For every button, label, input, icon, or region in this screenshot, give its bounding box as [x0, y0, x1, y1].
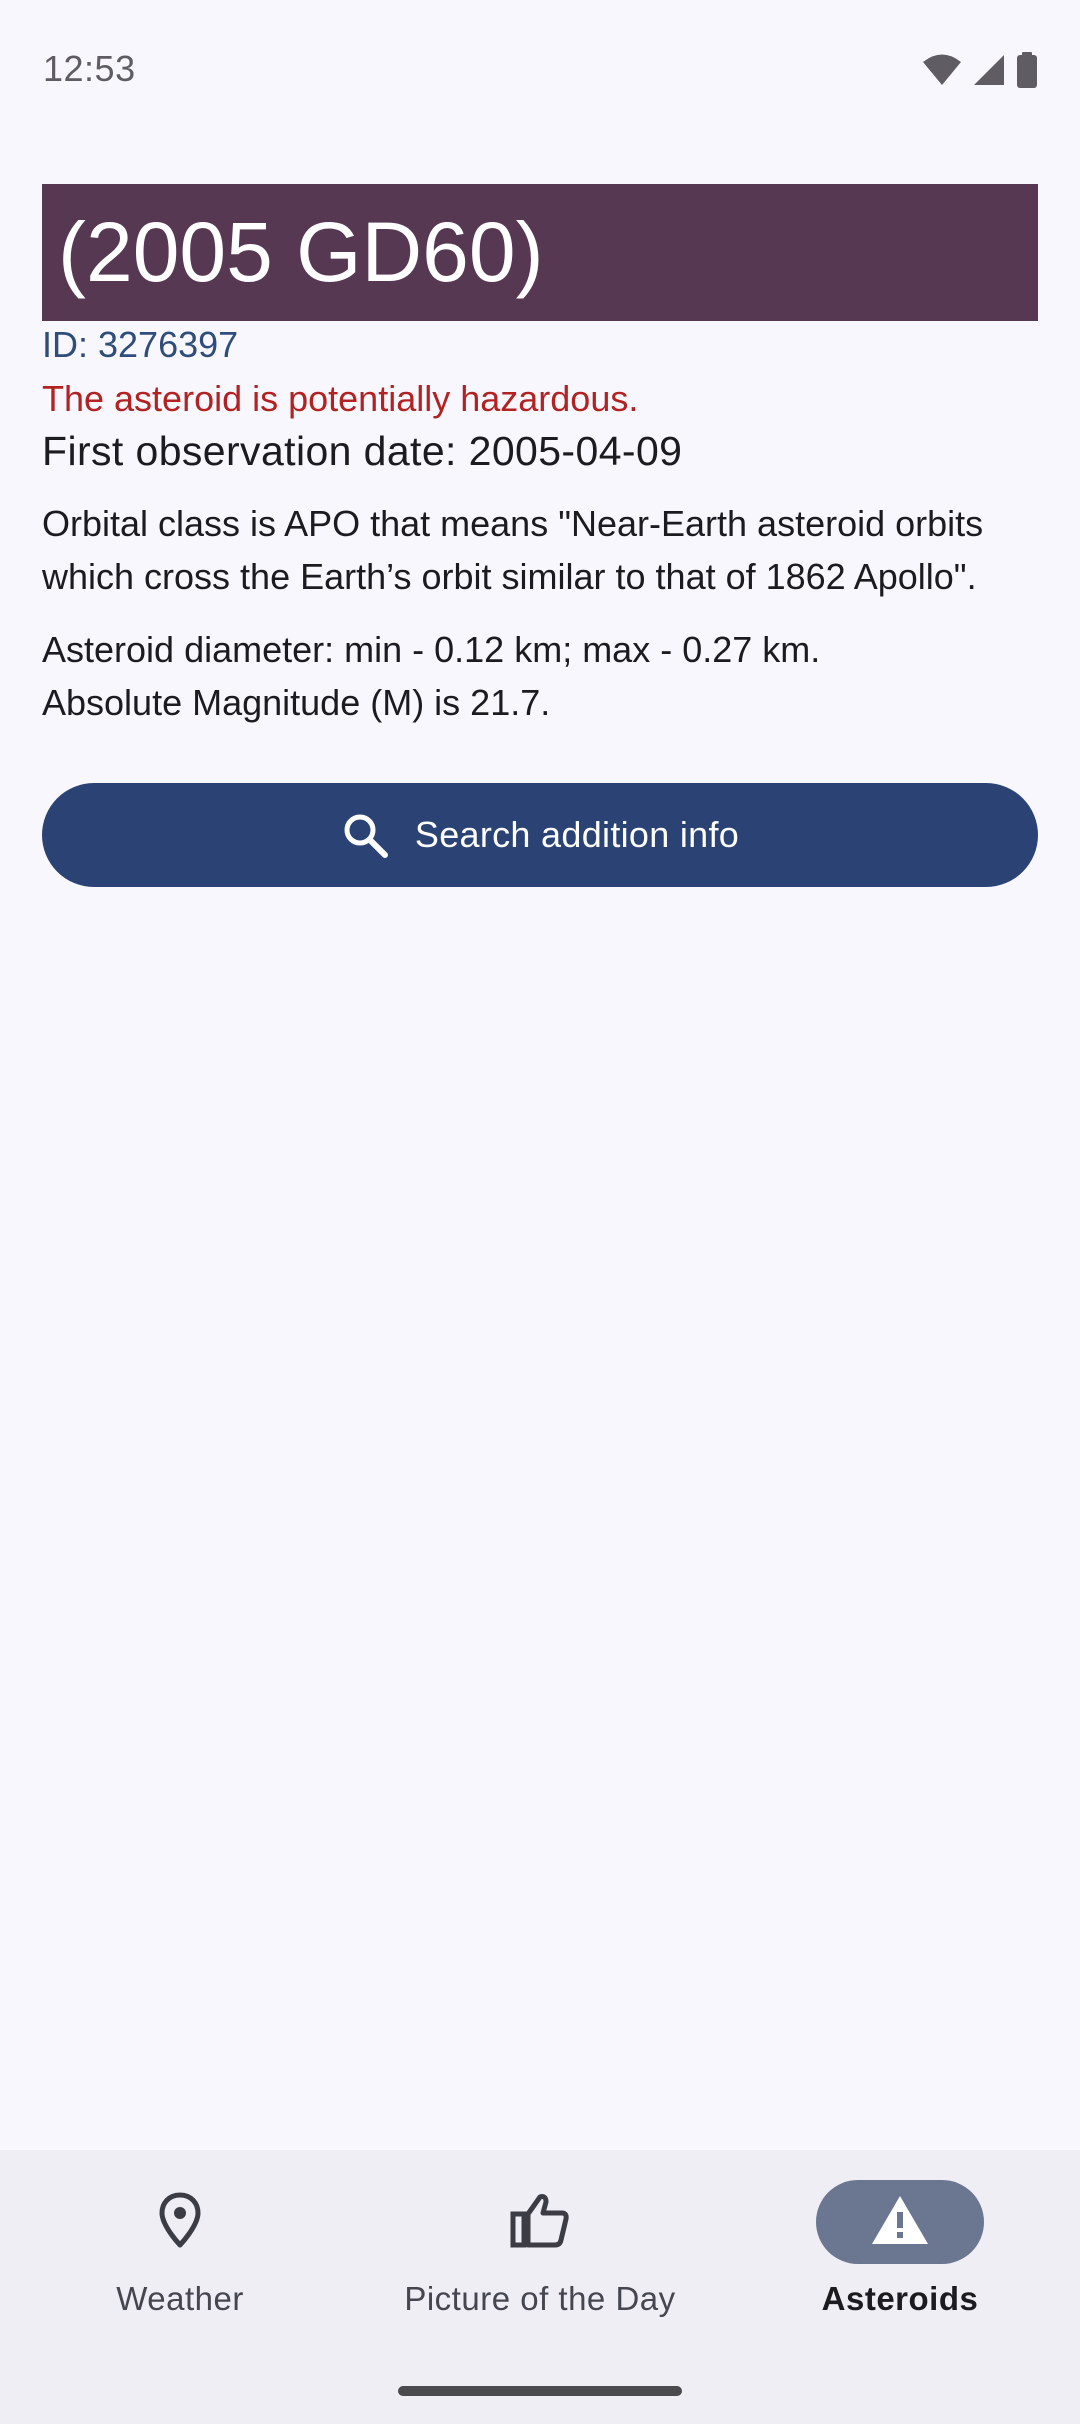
nav-item-picture-of-the-day[interactable]: Picture of the Day	[360, 2180, 720, 2330]
nav-icon-container	[96, 2180, 264, 2264]
battery-icon	[1016, 52, 1038, 88]
bottom-navigation: Weather Picture of the Day Asteroids	[0, 2150, 1080, 2424]
wifi-icon	[922, 53, 962, 87]
warning-icon	[870, 2194, 930, 2251]
search-button-label: Search addition info	[414, 814, 740, 855]
first-observation-date: First observation date: 2005-04-09	[42, 428, 683, 474]
asteroid-title: (2005 GD60)	[42, 184, 1038, 321]
asteroid-name: (2005 GD60)	[58, 205, 544, 299]
signal-icon	[972, 53, 1006, 87]
location-pin-icon	[158, 2192, 202, 2253]
nav-icon-container	[456, 2180, 624, 2264]
asteroid-diameter: Asteroid diameter: min - 0.12 km; max - …	[42, 629, 821, 670]
asteroid-id: ID: 3276397	[42, 324, 239, 365]
nav-label-picture-of-the-day: Picture of the Day	[404, 2280, 676, 2317]
search-addition-info-button[interactable]: Search addition info	[42, 783, 1038, 887]
nav-label-asteroids: Asteroids	[821, 2280, 979, 2317]
nav-item-weather[interactable]: Weather	[0, 2180, 360, 2330]
search-icon	[341, 811, 389, 859]
nav-label-weather: Weather	[116, 2280, 244, 2317]
nav-item-asteroids[interactable]: Asteroids	[720, 2180, 1080, 2330]
nav-active-indicator	[816, 2180, 984, 2264]
orbital-class-description: Orbital class is APO that means "Near-Ea…	[42, 503, 984, 597]
status-bar: 12:53	[0, 0, 1080, 140]
gesture-navigation-bar[interactable]	[398, 2386, 682, 2396]
status-icons	[922, 52, 1038, 88]
status-time: 12:53	[43, 48, 136, 89]
thumbs-up-icon	[510, 2192, 570, 2253]
hazard-warning-text: The asteroid is potentially hazardous.	[42, 378, 639, 419]
absolute-magnitude: Absolute Magnitude (M) is 21.7.	[42, 682, 551, 723]
